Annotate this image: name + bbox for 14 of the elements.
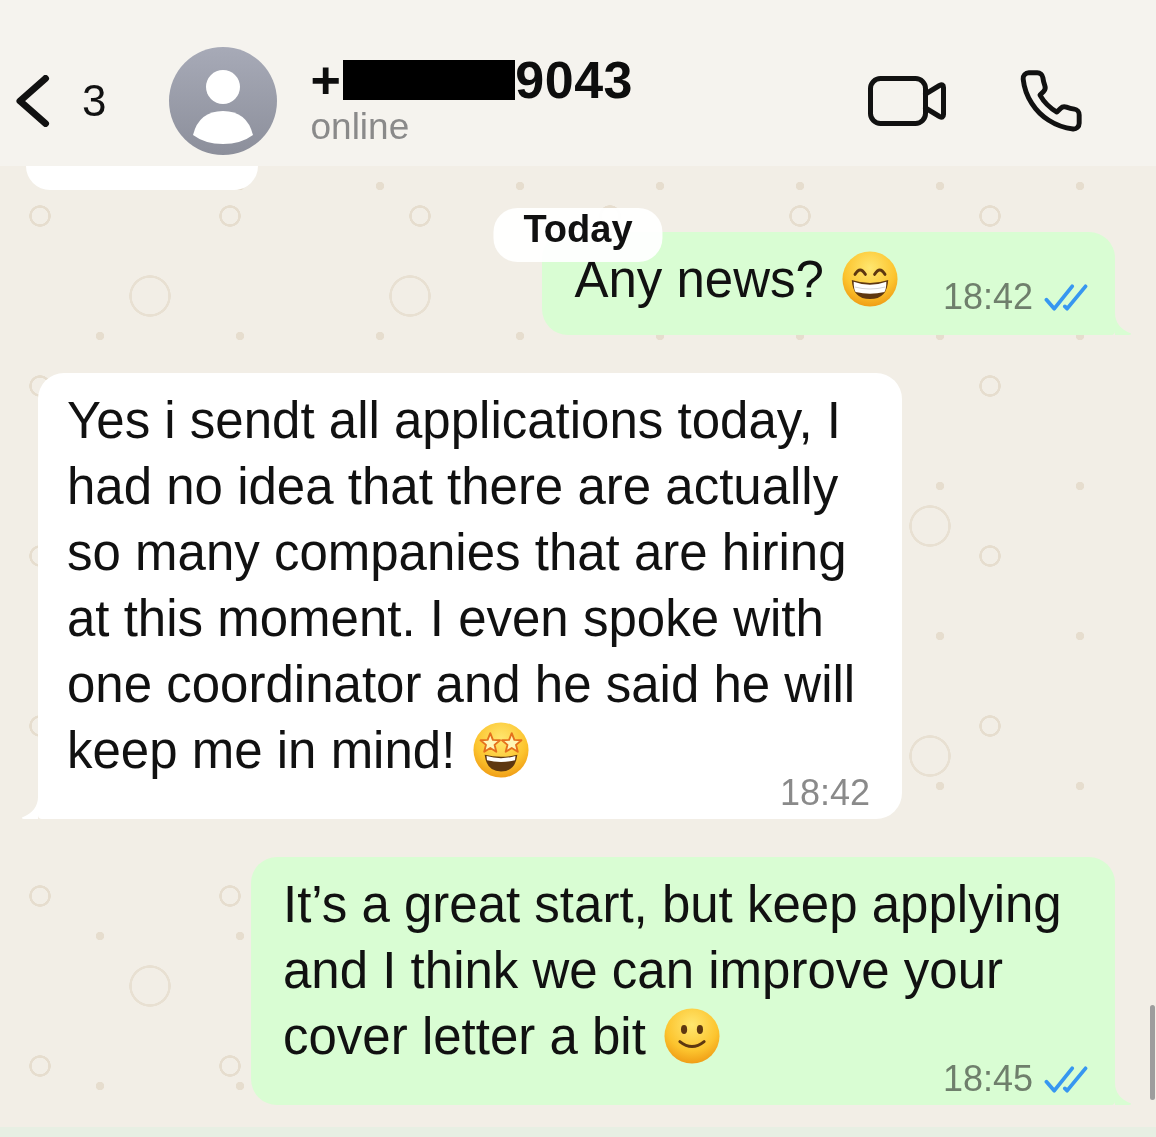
number-digits: 9043 [515, 54, 634, 106]
number-prefix: + [310, 54, 342, 106]
avatar-icon[interactable] [169, 47, 278, 155]
chevron-icon [15, 75, 50, 127]
back-button[interactable]: 3 [15, 75, 107, 127]
star-eyes-face-icon [473, 722, 530, 778]
date-label: Today [493, 208, 663, 262]
message-time: 18:42 [942, 279, 1033, 315]
phone-icon[interactable] [1020, 70, 1082, 132]
video-camera-icon[interactable] [868, 76, 946, 126]
contact-status: online [310, 106, 410, 148]
grinning-face-icon [841, 251, 898, 307]
smiling-face-icon [663, 1008, 720, 1064]
message-time: 18:45 [942, 1061, 1033, 1097]
